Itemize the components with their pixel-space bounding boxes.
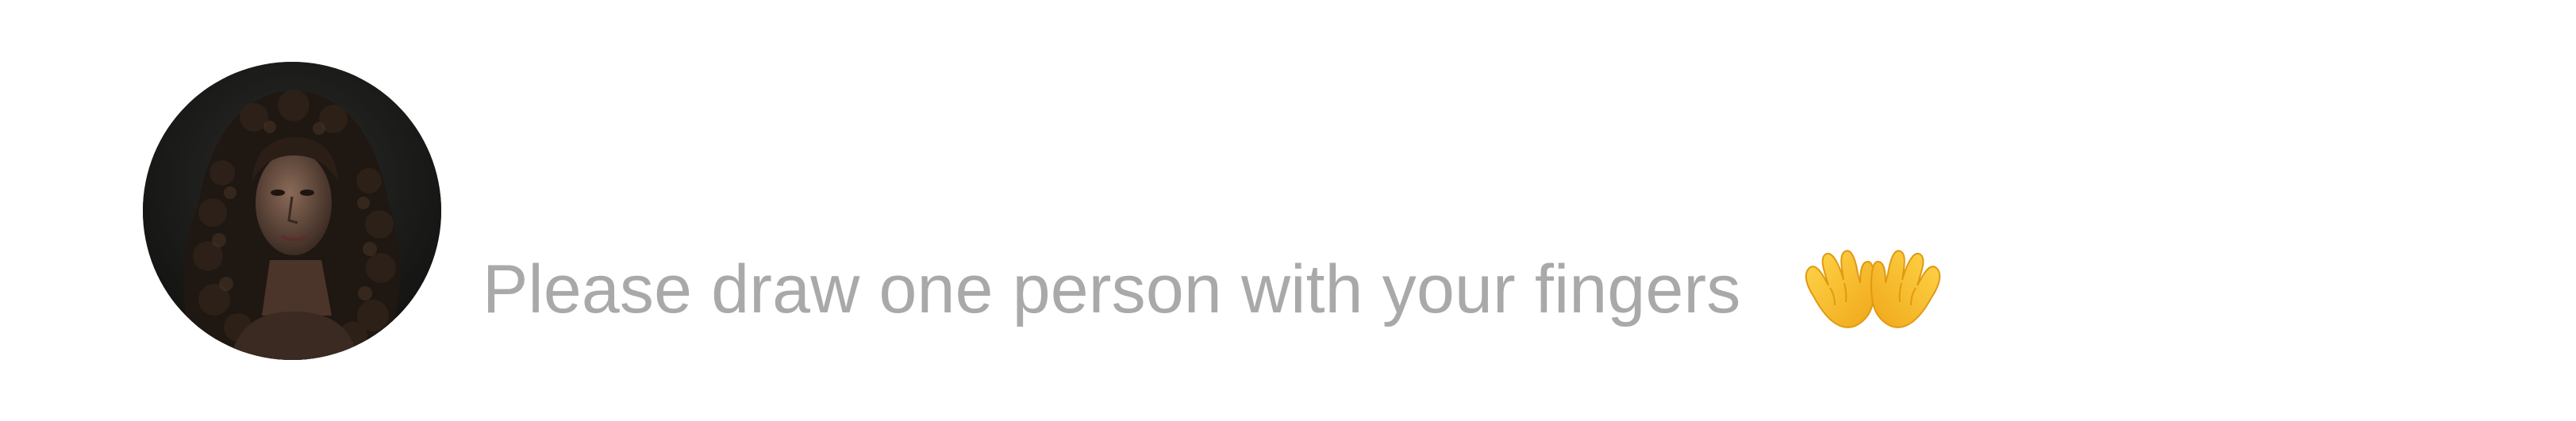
profile-photo-icon [143,62,441,360]
prompt-row: Please draw one person with your fingers [483,242,1947,337]
waving-hands-icon [1805,250,1940,328]
prompt-screen: Please draw one person with your fingers [0,0,2576,421]
avatar [143,62,441,360]
prompt-text: Please draw one person with your fingers [483,251,1741,327]
